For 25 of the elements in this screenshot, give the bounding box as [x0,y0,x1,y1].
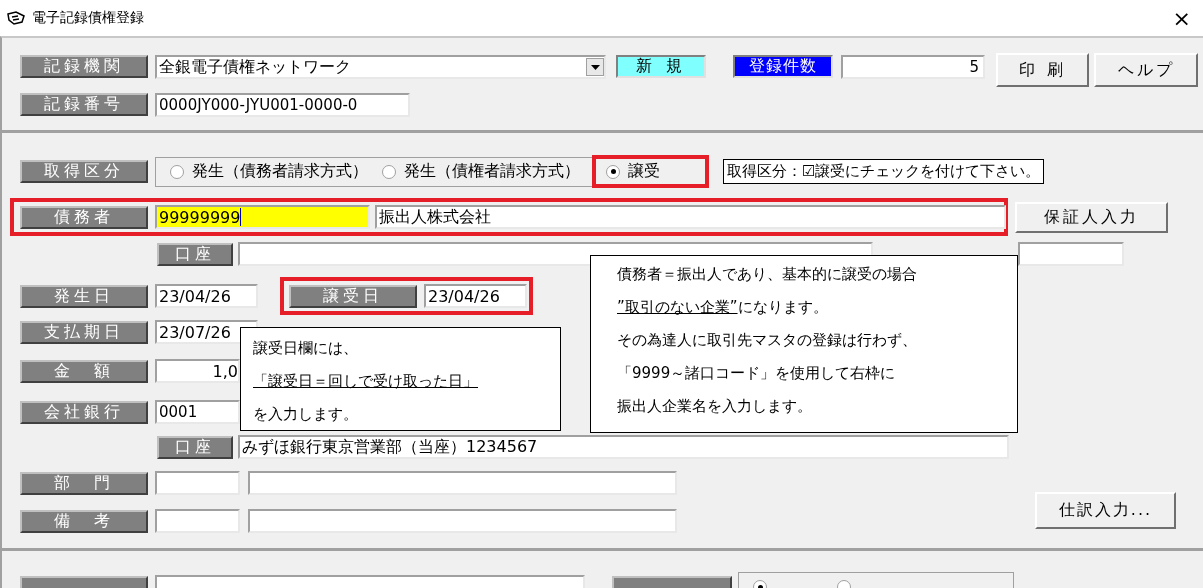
callout-text: その為達人に取引先マスタの登録は行わず、 [617,330,918,351]
field-label: 発生日 [20,284,148,308]
callout-text: 「9999～諸口コード」を使用して右枠に [617,363,897,384]
field-label: 譲受日 [289,284,417,308]
window-title: 電子記録債権登録 [32,9,144,27]
field-label: 登録件数 [733,55,833,78]
note-box: 取得区分：☑譲受にチェックを付けて下さい。 [723,159,1045,184]
callout-text: を入力します。 [253,404,359,425]
mode-indicator: 新 規 [616,55,706,78]
field-label: 口座 [157,242,233,266]
callout-text: 「譲受日＝回しで受け取った日」 [253,371,479,392]
field-label: 取得区分 [20,160,148,183]
field-label: 債務者 [20,205,148,229]
field-label: 会社銀行 [20,400,148,424]
field-label: 金 額 [20,359,148,383]
field-label: 口座 [157,435,233,459]
callout-text: 債務者＝振出人であり、基本的に譲受の場合 [617,264,918,285]
callout-text: 振出人企業名を入力します。 [617,396,813,417]
field-label: 支払期日 [20,320,148,344]
field-label: 部 門 [20,471,148,495]
count-field: 5 [841,55,985,79]
field-label: 備 考 [20,509,148,533]
field-label: 記録番号 [20,93,148,116]
field-label: 記録機関 [20,55,148,78]
callout-text: ”取引のない企業”になります。 [617,297,829,318]
